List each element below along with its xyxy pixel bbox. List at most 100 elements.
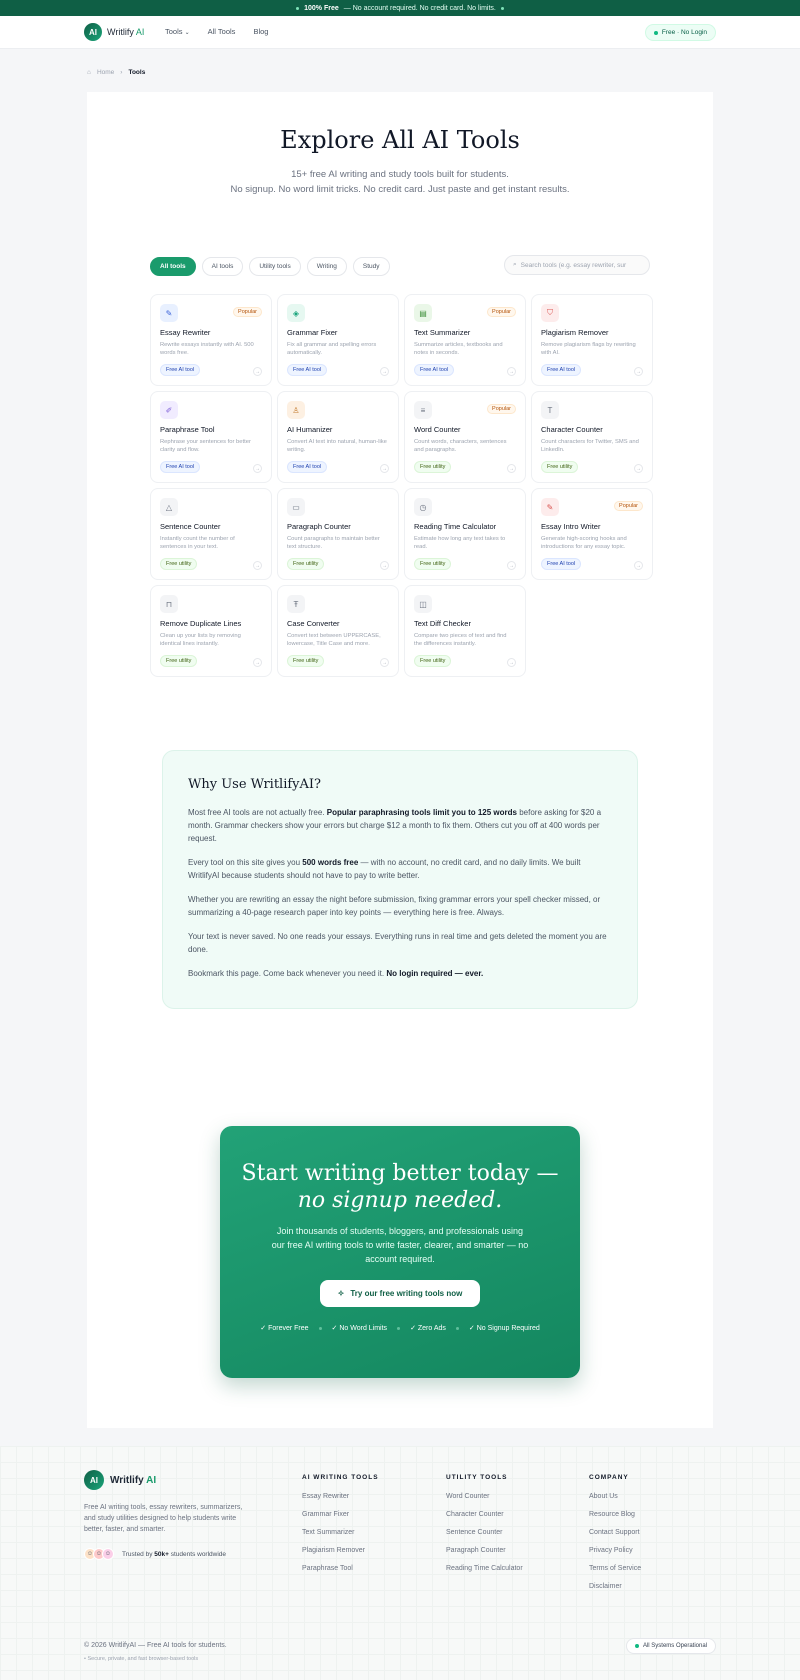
- search-icon: ⌕: [513, 261, 517, 268]
- search-input[interactable]: ⌕ Search tools (e.g. essay rewriter, sur: [504, 255, 650, 275]
- breadcrumb: ⌂ Home › Tools: [87, 69, 145, 76]
- filter-study[interactable]: Study: [352, 257, 390, 276]
- why-paragraph: Whether you are rewriting an essay the n…: [188, 895, 601, 917]
- logo[interactable]: AI Writlify AI: [84, 23, 144, 41]
- page-subtitle: 15+ free AI writing and study tools buil…: [0, 167, 800, 197]
- sparkle-icon: ✧: [337, 1289, 345, 1298]
- filter-utility-tools[interactable]: Utility tools: [249, 257, 301, 276]
- tool-tag: Free utility: [287, 655, 325, 667]
- arrow-right-icon[interactable]: →: [507, 367, 516, 376]
- footer: AI Writlify AI Free AI writing tools, es…: [0, 1446, 800, 1680]
- try-tools-button[interactable]: ✧ Try our free writing tools now: [319, 1280, 481, 1307]
- tool-card[interactable]: △ Sentence Counter Instantly count the num…: [150, 488, 272, 580]
- nav-blog[interactable]: Blog: [253, 27, 268, 36]
- tool-name: Essay Rewriter: [160, 328, 211, 337]
- footer-link[interactable]: Text Summarizer: [302, 1529, 379, 1536]
- footer-link[interactable]: Grammar Fixer: [302, 1511, 379, 1518]
- sparkle-icon: [500, 6, 504, 10]
- arrow-right-icon[interactable]: →: [253, 367, 262, 376]
- filter-all-tools[interactable]: All tools: [150, 257, 196, 276]
- footer-link[interactable]: Disclaimer: [589, 1583, 641, 1590]
- tool-card[interactable]: T Character Counter Count characters for T…: [531, 391, 653, 483]
- arrow-right-icon[interactable]: →: [380, 561, 389, 570]
- promo-text: — No account required. No credit card. N…: [343, 4, 496, 12]
- footer-link[interactable]: Reading Time Calculator: [446, 1565, 523, 1572]
- footer-link[interactable]: Plagiarism Remover: [302, 1547, 379, 1554]
- tool-card[interactable]: ✎ Popular Essay Rewriter Rewrite essays ins…: [150, 294, 272, 386]
- tool-tag: Free AI tool: [287, 461, 328, 473]
- tool-tag: Free AI tool: [541, 558, 582, 570]
- clock-icon: ◷: [414, 498, 432, 516]
- footer-link[interactable]: Paraphrase Tool: [302, 1565, 379, 1572]
- tool-name: Text Diff Checker: [414, 619, 471, 628]
- arrow-right-icon[interactable]: →: [634, 561, 643, 570]
- type-icon: Ŧ: [287, 595, 305, 613]
- footer-link[interactable]: Word Counter: [446, 1493, 523, 1500]
- footer-col-title: UTILITY TOOLS: [446, 1474, 508, 1481]
- footer-col-title: COMPANY: [589, 1474, 629, 1481]
- footer-link[interactable]: Character Counter: [446, 1511, 523, 1518]
- subtitle-line-2: No signup. No word limit tricks. No cred…: [230, 184, 570, 195]
- arrow-right-icon[interactable]: →: [253, 658, 262, 667]
- filter-chips: All tools AI tools Utility tools Writing…: [150, 257, 390, 276]
- footer-link[interactable]: Sentence Counter: [446, 1529, 523, 1536]
- text-icon: T: [541, 401, 559, 419]
- promo-bar: 100% Free — No account required. No cred…: [0, 0, 800, 16]
- tool-name: Text Summarizer: [414, 328, 471, 337]
- tool-description: Count characters for Twitter, SMS and Li…: [541, 439, 639, 453]
- why-paragraph: Every tool on this site gives you 500 wo…: [188, 858, 581, 880]
- footer-link[interactable]: About Us: [589, 1493, 641, 1500]
- footer-link[interactable]: Essay Rewriter: [302, 1493, 379, 1500]
- tool-tag: Free utility: [414, 655, 452, 667]
- tool-name: Paraphrase Tool: [160, 425, 215, 434]
- tool-card[interactable]: ⊓ Remove Duplicate Lines Clean up your lis…: [150, 585, 272, 677]
- arrow-right-icon[interactable]: →: [380, 464, 389, 473]
- lines-icon: ≡: [414, 401, 432, 419]
- tool-name: Word Counter: [414, 425, 461, 434]
- footer-link[interactable]: Terms of Service: [589, 1565, 641, 1572]
- status-badge[interactable]: All Systems Operational: [625, 1638, 716, 1654]
- arrow-right-icon[interactable]: →: [253, 561, 262, 570]
- arrow-right-icon[interactable]: →: [507, 464, 516, 473]
- tool-card[interactable]: ▭ Paragraph Counter Count paragraphs to ma…: [277, 488, 399, 580]
- tool-card[interactable]: ✐ Paraphrase Tool Rephrase your sentences …: [150, 391, 272, 483]
- why-section: Why Use WritlifyAI? Most free AI tools a…: [162, 750, 638, 1009]
- footer-link[interactable]: Resource Blog: [589, 1511, 641, 1518]
- footer-link[interactable]: Privacy Policy: [589, 1547, 641, 1554]
- footer-description: Free AI writing tools, essay rewriters, …: [84, 1504, 243, 1533]
- tool-card[interactable]: ◷ Reading Time Calculator Estimate how lon…: [404, 488, 526, 580]
- footer-logo[interactable]: AI Writlify AI: [84, 1470, 156, 1490]
- tool-card[interactable]: Ŧ Case Converter Convert text between UPPE…: [277, 585, 399, 677]
- tool-tag: Free AI tool: [160, 364, 201, 376]
- page-title: Explore All AI Tools: [280, 126, 520, 154]
- footer-link[interactable]: Contact Support: [589, 1529, 641, 1536]
- nav-all-tools[interactable]: All Tools: [208, 27, 236, 36]
- tool-card[interactable]: ◫ Text Diff Checker Compare two pieces of …: [404, 585, 526, 677]
- arrow-right-icon[interactable]: →: [507, 658, 516, 667]
- filter-writing[interactable]: Writing: [306, 257, 347, 276]
- tool-card[interactable]: ♙ AI Humanizer Convert AI text into natura…: [277, 391, 399, 483]
- arrow-right-icon[interactable]: →: [380, 367, 389, 376]
- footer-link[interactable]: Paragraph Counter: [446, 1547, 523, 1554]
- arrow-right-icon[interactable]: →: [507, 561, 516, 570]
- arrow-right-icon[interactable]: →: [253, 464, 262, 473]
- avatar-group: ☺ ☺ ☺: [84, 1548, 114, 1560]
- cta-text: Join thousands of students, bloggers, an…: [271, 1226, 529, 1264]
- tool-card[interactable]: ✎ Popular Essay Intro Writer Generate high-…: [531, 488, 653, 580]
- tool-card[interactable]: ⛉ Plagiarism Remover Remove plagiarism fla…: [531, 294, 653, 386]
- tool-card[interactable]: ◈ Grammar Fixer Fix all grammar and spelli…: [277, 294, 399, 386]
- arrow-right-icon[interactable]: →: [634, 367, 643, 376]
- cta-title: Start writing better today — no signup ne…: [241, 1161, 559, 1213]
- arrow-right-icon[interactable]: →: [634, 464, 643, 473]
- arrow-right-icon[interactable]: →: [380, 658, 389, 667]
- tool-name: AI Humanizer: [287, 425, 333, 434]
- breadcrumb-home[interactable]: Home: [97, 69, 114, 76]
- pen-icon: ✐: [160, 401, 178, 419]
- popular-badge: Popular: [487, 404, 516, 414]
- filter-ai-tools[interactable]: AI tools: [201, 257, 244, 276]
- nav-tools-dropdown[interactable]: Tools ⌄: [165, 27, 190, 36]
- tool-name: Essay Intro Writer: [541, 522, 601, 531]
- tool-card[interactable]: ≡ Popular Word Counter Count words, charact…: [404, 391, 526, 483]
- tool-tag: Free utility: [414, 461, 452, 473]
- tool-card[interactable]: ▤ Popular Text Summarizer Summarize article…: [404, 294, 526, 386]
